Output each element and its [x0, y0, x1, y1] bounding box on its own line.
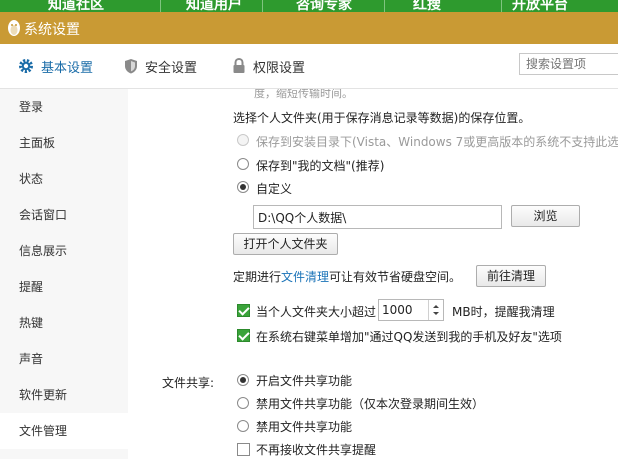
sidebar-item-status[interactable]: 状态 [0, 161, 128, 197]
tab-permission-settings[interactable]: 权限设置 [232, 44, 305, 88]
radio-sharing-disable-session[interactable] [237, 397, 249, 409]
file-cleanup-link[interactable]: 文件清理 [281, 270, 329, 284]
checkbox-context-menu[interactable] [237, 329, 250, 342]
option-label: 保存到安装目录下(Vista、Windows 7或更高版本的系统不支持此选项) [256, 135, 618, 149]
sidebar-item-file-management[interactable]: 文件管理 [0, 413, 128, 449]
cleanup-suffix: 可让有效节省硬盘空间。 [329, 270, 462, 284]
sidebar-item-software-update[interactable]: 软件更新 [0, 377, 128, 413]
settings-sidebar: 登录 主面板 状态 会话窗口 信息展示 提醒 热键 声音 软件更新 文件管理 [0, 89, 128, 459]
nav-divider [262, 0, 263, 12]
size-reminder-suffix: MB时，提醒我清理 [452, 305, 555, 319]
top-nav-item[interactable]: 知道社区 [48, 0, 104, 12]
stepper-arrows[interactable] [428, 300, 443, 320]
radio-sharing-disable[interactable] [237, 420, 249, 432]
file-management-panel: 度，缩短传输时间。 选择个人文件夹(用于保存消息记录等数据)的保存位置。 保存到… [128, 89, 618, 459]
nav-divider [384, 0, 385, 12]
nav-divider [501, 0, 502, 12]
nav-divider [160, 0, 161, 12]
cleanup-description: 定期进行文件清理可让有效节省硬盘空间。 [233, 268, 461, 285]
radio-save-my-documents[interactable] [237, 158, 249, 170]
radio-sharing-enable[interactable] [237, 374, 249, 386]
qq-penguin-icon [8, 20, 20, 36]
tab-label: 基本设置 [41, 60, 94, 76]
checkbox-size-reminder[interactable] [237, 304, 250, 317]
tab-security-settings[interactable]: 安全设置 [124, 44, 197, 88]
sidebar-item-info-display[interactable]: 信息展示 [0, 233, 128, 269]
cleanup-prefix: 定期进行 [233, 270, 282, 284]
size-limit-stepper[interactable]: 1000 [378, 299, 444, 321]
checkbox-no-sharing-reminder[interactable] [237, 443, 250, 456]
radio-save-custom[interactable] [237, 181, 249, 193]
window-title: 系统设置 [24, 22, 80, 38]
context-menu-option-label: 在系统右键菜单增加"通过QQ发送到我的手机及好友"选项 [256, 330, 562, 344]
tab-basic-settings[interactable]: 基本设置 [18, 44, 93, 88]
settings-tab-bar: 基本设置 安全设置 权限设置 [0, 44, 618, 89]
sidebar-item-hotkeys[interactable]: 热键 [0, 305, 128, 341]
top-nav-item[interactable]: 知道用户 [186, 0, 242, 12]
open-personal-folder-button[interactable]: 打开个人文件夹 [233, 233, 338, 255]
shield-icon [125, 59, 137, 74]
top-nav-item[interactable]: 咨询专家 [296, 0, 352, 12]
go-cleanup-button[interactable]: 前往清理 [476, 265, 546, 287]
sidebar-item-chat-window[interactable]: 会话窗口 [0, 197, 128, 233]
sidebar-item-main-panel[interactable]: 主面板 [0, 125, 128, 161]
gear-icon [19, 59, 33, 73]
size-reminder-prefix: 当个人文件夹大小超过 [256, 305, 377, 319]
stepper-up-down-icon [433, 305, 439, 315]
window-titlebar: 系统设置 [0, 12, 618, 44]
lock-icon [233, 58, 245, 73]
sidebar-item-sound[interactable]: 声音 [0, 341, 128, 377]
tab-label: 权限设置 [253, 60, 306, 76]
sidebar-item-reminders[interactable]: 提醒 [0, 269, 128, 305]
option-label: 保存到"我的文档"(推荐) [256, 159, 385, 173]
folder-location-prompt: 选择个人文件夹(用于保存消息记录等数据)的保存位置。 [233, 111, 531, 125]
sidebar-item-login[interactable]: 登录 [0, 89, 128, 125]
tab-label: 安全设置 [145, 60, 198, 76]
no-reminder-label: 不再接收文件共享提醒 [256, 443, 377, 457]
top-nav-item[interactable]: 红搜 [413, 0, 441, 12]
radio-save-install-dir[interactable] [237, 134, 249, 146]
option-label: 禁用文件共享功能 [256, 420, 353, 434]
top-nav-item[interactable]: 开放平台 [512, 0, 568, 12]
option-label: 禁用文件共享功能（仅本次登录期间生效） [256, 397, 485, 411]
top-nav-bar: 知道社区 知道用户 咨询专家 红搜 开放平台 [0, 0, 618, 12]
custom-path-field[interactable]: D:\QQ个人数据\ [253, 205, 502, 229]
option-label: 自定义 [256, 182, 293, 196]
file-sharing-label: 文件共享: [162, 376, 215, 390]
partial-description-text: 度，缩短传输时间。 [254, 89, 353, 100]
size-limit-value: 1000 [382, 303, 413, 317]
option-label: 开启文件共享功能 [256, 374, 353, 388]
settings-search-input[interactable] [519, 53, 618, 75]
browse-button[interactable]: 浏览 [511, 205, 580, 227]
